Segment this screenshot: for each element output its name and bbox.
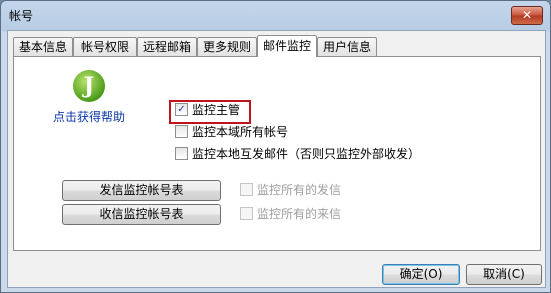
ok-button[interactable]: 确定(O): [382, 264, 460, 285]
monitor-all-sent-checkbox[interactable]: 监控所有的发信: [240, 182, 341, 198]
cancel-button[interactable]: 取消(C): [466, 264, 542, 285]
checkbox-checked-icon[interactable]: ✓: [175, 103, 188, 116]
tab-remote-mailbox[interactable]: 远程邮箱: [137, 37, 197, 56]
monitor-local-mutual-label: 监控本地互发邮件（否则只监控外部收发）: [192, 147, 421, 161]
account-dialog: 帐号 ✕ 基本信息 帐号权限 远程邮箱 更多规则 邮件监控 用户信息 J 点击获…: [0, 0, 551, 293]
monitor-all-sent-label: 监控所有的发信: [257, 183, 342, 197]
tab-mail-monitor[interactable]: 邮件监控: [257, 35, 317, 57]
send-monitor-list-button[interactable]: 发信监控帐号表: [62, 180, 221, 201]
help-logo-glyph: J: [83, 73, 95, 99]
monitor-all-received-checkbox[interactable]: 监控所有的来信: [240, 206, 341, 222]
close-button[interactable]: ✕: [511, 6, 543, 25]
monitor-supervisor-checkbox[interactable]: ✓ 监控主管: [175, 102, 240, 118]
monitor-domain-accounts-label: 监控本域所有帐号: [192, 125, 289, 139]
monitor-domain-accounts-checkbox[interactable]: 监控本域所有帐号: [175, 124, 288, 140]
close-icon: ✕: [521, 8, 533, 22]
help-link[interactable]: J 点击获得帮助: [44, 70, 134, 125]
checkbox-icon[interactable]: [240, 183, 253, 196]
mail-monitor-panel: J 点击获得帮助 ✓ 监控主管 监控本域所有帐号 监控本地互发邮件（否则只监控外部…: [13, 56, 541, 251]
monitor-local-mutual-checkbox[interactable]: 监控本地互发邮件（否则只监控外部收发）: [175, 146, 420, 162]
title-bar[interactable]: 帐号 ✕: [1, 1, 550, 29]
window-title: 帐号: [9, 9, 34, 23]
checkbox-icon[interactable]: [175, 147, 188, 160]
tab-account-permissions[interactable]: 帐号权限: [73, 37, 137, 56]
tab-user-info[interactable]: 用户信息: [317, 37, 377, 56]
tab-more-rules[interactable]: 更多规则: [197, 37, 257, 56]
receive-monitor-list-button[interactable]: 收信监控帐号表: [62, 204, 221, 225]
checkbox-icon[interactable]: [175, 125, 188, 138]
help-label[interactable]: 点击获得帮助: [44, 108, 134, 125]
tab-basic-info[interactable]: 基本信息: [13, 37, 73, 56]
monitor-supervisor-label: 监控主管: [192, 103, 241, 117]
checkbox-icon[interactable]: [240, 207, 253, 220]
help-logo-icon[interactable]: J: [73, 70, 105, 102]
dialog-client-area: 基本信息 帐号权限 远程邮箱 更多规则 邮件监控 用户信息 J 点击获得帮助 ✓…: [7, 30, 546, 288]
monitor-all-received-label: 监控所有的来信: [257, 207, 342, 221]
